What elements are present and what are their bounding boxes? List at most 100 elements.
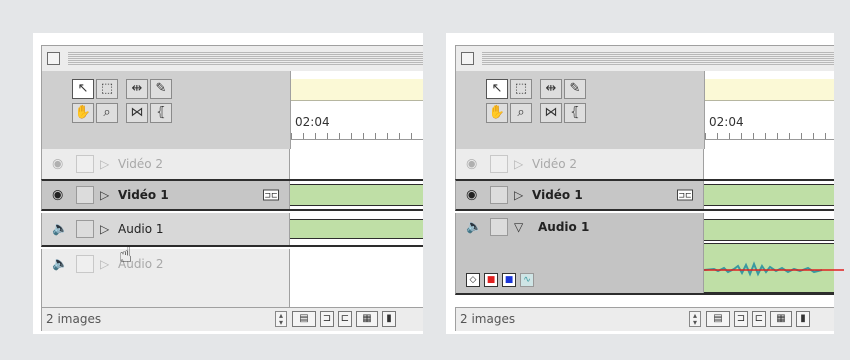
close-box[interactable]: [461, 52, 474, 65]
audio-waveform-area[interactable]: [704, 243, 844, 293]
hand-icon[interactable]: ✋: [486, 103, 508, 123]
track-header: 🔈 ▷ Audio 1: [42, 213, 290, 245]
video-clip[interactable]: [290, 184, 423, 206]
stepper-icon[interactable]: ▴ ▾: [689, 311, 701, 327]
track-video-2[interactable]: ◉ ▷ Vidéo 2: [41, 149, 423, 179]
in-point-button[interactable]: ⊐: [320, 311, 334, 327]
audio-clip[interactable]: [290, 219, 423, 239]
track-label: Audio 1: [118, 222, 164, 236]
work-area-bar[interactable]: [705, 79, 834, 101]
track-header: ◉ ▷ Vidéo 1 ⊐⊏: [456, 181, 704, 209]
track-lane[interactable]: [704, 213, 844, 293]
expand-triangle-icon[interactable]: ▷: [100, 257, 109, 271]
more-button[interactable]: ▮: [796, 311, 810, 327]
stepper-icon[interactable]: ▴ ▾: [275, 311, 287, 327]
range-select-icon[interactable]: ⬚: [510, 79, 532, 99]
zoom-icon[interactable]: ⌕: [96, 103, 118, 123]
speaker-icon[interactable]: 🔈: [52, 257, 68, 272]
hand-icon[interactable]: ✋: [72, 103, 94, 123]
lock-box[interactable]: [490, 186, 508, 204]
status-text: 2 images: [46, 312, 102, 326]
link-icon[interactable]: ⋈: [126, 103, 148, 123]
video-clip[interactable]: [704, 184, 834, 206]
pan-rubberband-icon[interactable]: ■: [502, 273, 516, 287]
link-icon[interactable]: ⋈: [540, 103, 562, 123]
out-point-button[interactable]: ⊏: [752, 311, 766, 327]
timeline-window: ↖ ⬚ ⇹ ✎ ✋ ⌕ ⋈ ⦃ 02:04 ◉ ▷ Vidéo 2 ◉ ▷ Vi…: [455, 45, 844, 331]
time-ruler[interactable]: 02:04: [290, 71, 423, 149]
track-video-1[interactable]: ◉ ▷ Vidéo 1 ⊐⊏: [455, 179, 834, 211]
window-titlebar[interactable]: [41, 45, 423, 71]
lock-box[interactable]: [76, 255, 94, 273]
zoom-icon[interactable]: ⌕: [510, 103, 532, 123]
out-point-button[interactable]: ⊏: [338, 311, 352, 327]
ruler-time-label: 02:04: [709, 115, 744, 129]
fade-icon[interactable]: ⦃: [564, 103, 586, 123]
track-lane[interactable]: [704, 149, 834, 179]
track-video-1[interactable]: ◉ ▷ Vidéo 1 ⊐⊏: [41, 179, 423, 211]
track-video-2[interactable]: ◉ ▷ Vidéo 2: [455, 149, 834, 179]
lock-box[interactable]: [76, 155, 94, 173]
in-point-button[interactable]: ⊐: [734, 311, 748, 327]
more-button[interactable]: ▮: [382, 311, 396, 327]
razor-icon[interactable]: ✎: [564, 79, 586, 99]
ruler-time-label: 02:04: [295, 115, 330, 129]
audio-clip[interactable]: [704, 219, 834, 241]
ruler-baseline: [705, 139, 834, 140]
lock-box[interactable]: [76, 220, 94, 238]
collapse-triangle-icon[interactable]: ▽: [514, 220, 523, 234]
keyframe-nav-icon[interactable]: ◇: [466, 273, 480, 287]
eye-icon[interactable]: ◉: [52, 157, 63, 172]
waveform-toggle-icon[interactable]: ∿: [520, 273, 534, 287]
fx-icon[interactable]: ⊐⊏: [677, 189, 693, 201]
window-titlebar[interactable]: [455, 45, 834, 71]
track-lane[interactable]: [290, 181, 423, 209]
track-lane[interactable]: [704, 181, 834, 209]
lock-box[interactable]: [490, 218, 508, 236]
time-ruler[interactable]: 02:04: [704, 71, 834, 149]
expand-triangle-icon[interactable]: ▷: [514, 188, 523, 202]
expand-triangle-icon[interactable]: ▷: [100, 188, 109, 202]
work-area-bar[interactable]: [291, 79, 423, 101]
speaker-icon[interactable]: 🔈: [52, 222, 68, 237]
lock-box[interactable]: [490, 155, 508, 173]
track-lane[interactable]: [290, 249, 423, 279]
track-header: 🔈 ▷ Audio 2: [42, 249, 290, 279]
track-audio-1-expanded[interactable]: 🔈 ▽ Audio 1 ◇ ■ ■ ∿: [455, 213, 844, 295]
eye-icon[interactable]: ◉: [52, 188, 63, 203]
panel-right: ↖ ⬚ ⇹ ✎ ✋ ⌕ ⋈ ⦃ 02:04 ◉ ▷ Vidéo 2 ◉ ▷ Vi…: [446, 33, 844, 334]
track-audio-1[interactable]: 🔈 ▷ Audio 1: [41, 213, 423, 247]
close-box[interactable]: [47, 52, 60, 65]
track-select-icon[interactable]: ⇹: [126, 79, 148, 99]
waveform-graphic: [704, 261, 844, 277]
razor-icon[interactable]: ✎: [150, 79, 172, 99]
expand-triangle-icon[interactable]: ▷: [514, 157, 523, 171]
track-lane[interactable]: [290, 213, 423, 245]
eye-icon[interactable]: ◉: [466, 188, 477, 203]
tool-palette: ↖ ⬚ ⇹ ✎ ✋ ⌕ ⋈ ⦃: [474, 79, 694, 131]
ruler-baseline: [291, 139, 423, 140]
track-lane[interactable]: [290, 149, 423, 179]
lock-box[interactable]: [76, 186, 94, 204]
volume-rubberband-icon[interactable]: ■: [484, 273, 498, 287]
display-options-button[interactable]: ▤: [706, 311, 730, 327]
display-options-button[interactable]: ▤: [292, 311, 316, 327]
range-select-icon[interactable]: ⬚: [96, 79, 118, 99]
panel-left: ↖ ⬚ ⇹ ✎ ✋ ⌕ ⋈ ⦃ 02:04 ◉ ▷ Vidéo 2 ◉ ▷ Vi…: [33, 33, 423, 334]
hand-cursor-icon: ☝: [119, 243, 133, 268]
film-icon[interactable]: ▦: [770, 311, 792, 327]
tools-row: ↖ ⬚ ⇹ ✎ ✋ ⌕ ⋈ ⦃ 02:04: [41, 71, 423, 149]
expand-triangle-icon[interactable]: ▷: [100, 222, 109, 236]
fade-icon[interactable]: ⦃: [150, 103, 172, 123]
eye-icon[interactable]: ◉: [466, 157, 477, 172]
track-select-icon[interactable]: ⇹: [540, 79, 562, 99]
expand-triangle-icon[interactable]: ▷: [100, 157, 109, 171]
arrow-icon[interactable]: ↖: [72, 79, 94, 99]
track-partial: [41, 279, 423, 307]
speaker-icon[interactable]: 🔈: [466, 220, 482, 235]
film-icon[interactable]: ▦: [356, 311, 378, 327]
track-label: Audio 1: [538, 220, 590, 234]
arrow-icon[interactable]: ↖: [486, 79, 508, 99]
fx-icon[interactable]: ⊐⊏: [263, 189, 279, 201]
track-audio-2[interactable]: 🔈 ▷ Audio 2: [41, 249, 423, 279]
